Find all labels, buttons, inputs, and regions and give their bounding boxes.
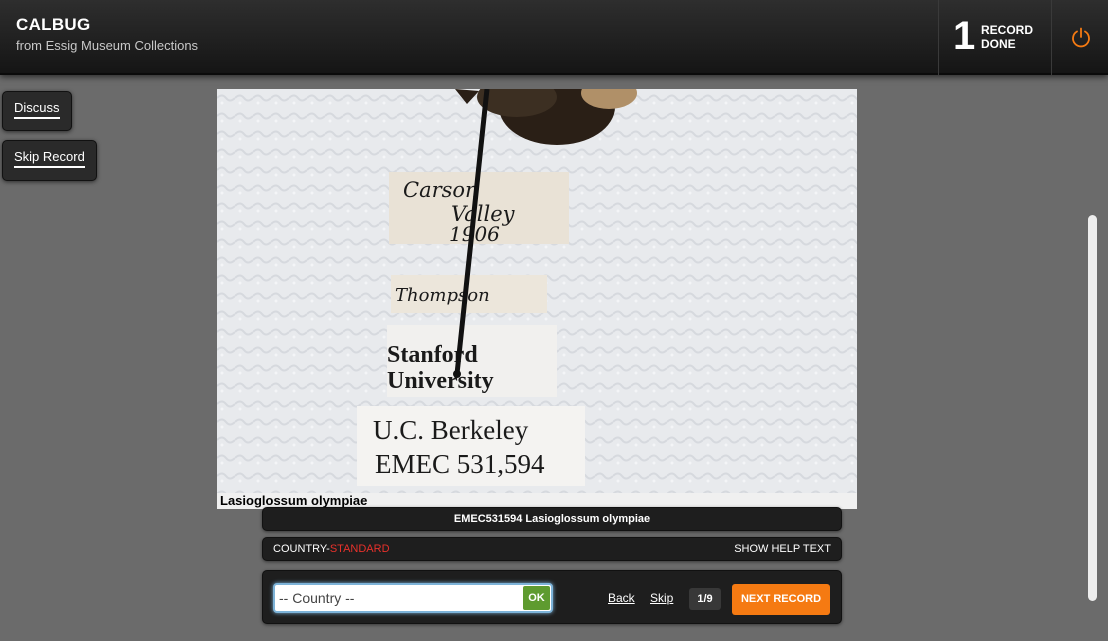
scrollbar-thumb[interactable] xyxy=(1088,215,1097,601)
country-input[interactable] xyxy=(277,587,522,609)
records-count: 1 xyxy=(953,14,976,58)
label-text-3: Thompson xyxy=(395,285,490,306)
power-icon xyxy=(1071,27,1090,47)
label-text-6: U.C. Berkeley xyxy=(373,415,529,445)
skip-record-button[interactable]: Skip Record xyxy=(2,140,97,181)
country-field-wrapper: OK xyxy=(273,583,553,613)
skip-record-label: Skip Record xyxy=(14,149,85,168)
label-text-0: Carson xyxy=(403,178,479,202)
top-header: CALBUG from Essig Museum Collections 1 R… xyxy=(0,0,1108,75)
skip-link[interactable]: Skip xyxy=(650,591,673,605)
label-text-5: University xyxy=(387,368,494,394)
show-help-text-link[interactable]: SHOW HELP TEXT xyxy=(734,538,831,560)
ok-button[interactable]: OK xyxy=(523,586,550,610)
field-progress-badge: 1/9 xyxy=(689,588,721,610)
logout-button[interactable] xyxy=(1053,0,1108,75)
records-done-counter: 1 RECORD DONE xyxy=(938,0,1052,75)
next-record-button[interactable]: NEXT RECORD xyxy=(732,584,830,615)
field-type: STANDARD xyxy=(329,543,390,555)
entry-bar: OK Back Skip 1/9 NEXT RECORD xyxy=(262,570,842,624)
label-text-4: Stanford xyxy=(387,342,478,368)
back-link[interactable]: Back xyxy=(608,591,635,605)
label-text-7: EMEC 531,594 xyxy=(375,449,545,479)
records-label: RECORD DONE xyxy=(981,23,1034,51)
record-title-bar: EMEC531594 Lasioglossum olympiae xyxy=(262,507,842,531)
field-name-text: COUNTRY- xyxy=(273,543,330,555)
app-title: CALBUG xyxy=(16,15,91,34)
page-scrollbar[interactable] xyxy=(1086,88,1100,641)
field-name: COUNTRY-STANDARD xyxy=(273,538,390,560)
app-subtitle: from Essig Museum Collections xyxy=(16,38,199,53)
field-bar: COUNTRY-STANDARD SHOW HELP TEXT xyxy=(262,537,842,561)
specimen-image: Carson Valley 1906 Thompson Stanford Uni… xyxy=(217,89,857,509)
discuss-label: Discuss xyxy=(14,100,60,119)
discuss-button[interactable]: Discuss xyxy=(2,91,72,131)
